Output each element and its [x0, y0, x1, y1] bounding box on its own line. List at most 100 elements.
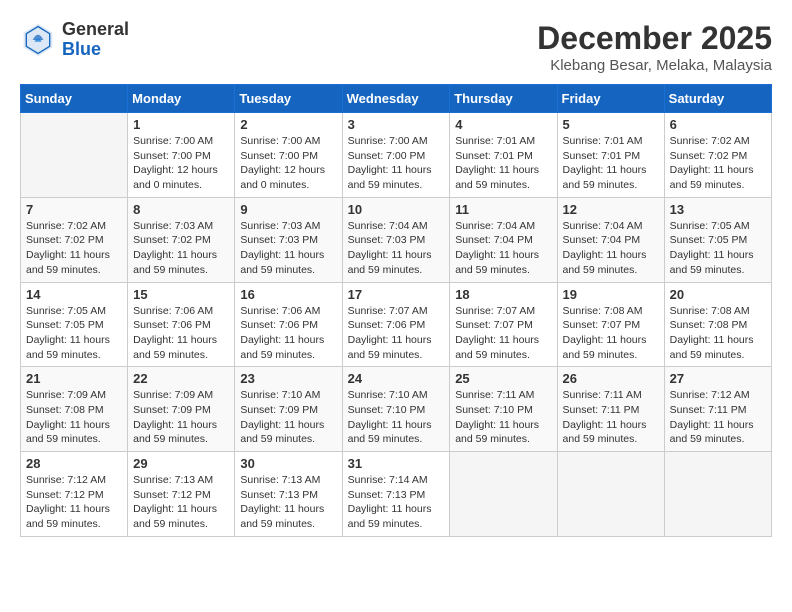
day-info: Sunrise: 7:00 AMSunset: 7:00 PMDaylight:… — [133, 134, 229, 193]
day-number: 26 — [563, 371, 659, 386]
calendar-cell: 28 Sunrise: 7:12 AMSunset: 7:12 PMDayligh… — [21, 452, 128, 537]
day-info: Sunrise: 7:09 AMSunset: 7:09 PMDaylight:… — [133, 388, 229, 447]
calendar-cell: 18 Sunrise: 7:07 AMSunset: 7:07 PMDayligh… — [450, 282, 557, 367]
day-number: 1 — [133, 117, 229, 132]
day-info: Sunrise: 7:00 AMSunset: 7:00 PMDaylight:… — [240, 134, 336, 193]
day-info: Sunrise: 7:08 AMSunset: 7:08 PMDaylight:… — [670, 304, 766, 363]
logo-general: General — [62, 19, 129, 39]
day-number: 15 — [133, 287, 229, 302]
calendar-cell: 8 Sunrise: 7:03 AMSunset: 7:02 PMDaylight… — [128, 197, 235, 282]
calendar-cell: 26Sunrise: 7:11 AMSunset: 7:11 PMDayligh… — [557, 367, 664, 452]
logo-blue: Blue — [62, 39, 101, 59]
day-info: Sunrise: 7:13 AMSunset: 7:12 PMDaylight:… — [133, 473, 229, 532]
calendar-cell: 2Sunrise: 7:00 AMSunset: 7:00 PMDaylight… — [235, 113, 342, 198]
day-number: 27 — [670, 371, 766, 386]
location: Klebang Besar, Melaka, Malaysia — [537, 57, 772, 74]
day-info: Sunrise: 7:12 AMSunset: 7:12 PMDaylight:… — [26, 473, 122, 532]
day-number: 19 — [563, 287, 659, 302]
column-header-friday: Friday — [557, 85, 664, 113]
day-number: 21 — [26, 371, 122, 386]
day-info: Sunrise: 7:09 AMSunset: 7:08 PMDaylight:… — [26, 388, 122, 447]
day-number: 30 — [240, 456, 336, 471]
calendar-table: SundayMondayTuesdayWednesdayThursdayFrid… — [20, 84, 772, 537]
day-info: Sunrise: 7:04 AMSunset: 7:03 PMDaylight:… — [348, 219, 445, 278]
generalblue-logo-icon — [20, 22, 56, 58]
calendar-cell: 30 Sunrise: 7:13 AMSunset: 7:13 PMDayligh… — [235, 452, 342, 537]
day-info: Sunrise: 7:05 AMSunset: 7:05 PMDaylight:… — [670, 219, 766, 278]
calendar-cell: 5Sunrise: 7:01 AMSunset: 7:01 PMDaylight… — [557, 113, 664, 198]
day-info: Sunrise: 7:07 AMSunset: 7:06 PMDaylight:… — [348, 304, 445, 363]
day-number: 14 — [26, 287, 122, 302]
day-number: 13 — [670, 202, 766, 217]
day-number: 25 — [455, 371, 551, 386]
day-info: Sunrise: 7:12 AMSunset: 7:11 PMDaylight:… — [670, 388, 766, 447]
day-info: Sunrise: 7:02 AMSunset: 7:02 PMDaylight:… — [670, 134, 766, 193]
day-number: 24 — [348, 371, 445, 386]
calendar-cell: 19 Sunrise: 7:08 AMSunset: 7:07 PMDayligh… — [557, 282, 664, 367]
day-number: 6 — [670, 117, 766, 132]
calendar-cell — [450, 452, 557, 537]
day-number: 5 — [563, 117, 659, 132]
calendar-cell: 7 Sunrise: 7:02 AMSunset: 7:02 PMDaylight… — [21, 197, 128, 282]
page-header: General Blue December 2025 Klebang Besar… — [20, 20, 772, 74]
day-info: Sunrise: 7:05 AMSunset: 7:05 PMDaylight:… — [26, 304, 122, 363]
day-number: 22 — [133, 371, 229, 386]
calendar-cell: 16Sunrise: 7:06 AMSunset: 7:06 PMDayligh… — [235, 282, 342, 367]
calendar-cell: 12Sunrise: 7:04 AMSunset: 7:04 PMDayligh… — [557, 197, 664, 282]
month-title: December 2025 — [537, 20, 772, 57]
day-info: Sunrise: 7:11 AMSunset: 7:10 PMDaylight:… — [455, 388, 551, 447]
day-info: Sunrise: 7:07 AMSunset: 7:07 PMDaylight:… — [455, 304, 551, 363]
calendar-cell: 13 Sunrise: 7:05 AMSunset: 7:05 PMDayligh… — [664, 197, 771, 282]
day-number: 18 — [455, 287, 551, 302]
day-number: 4 — [455, 117, 551, 132]
calendar-cell: 6 Sunrise: 7:02 AMSunset: 7:02 PMDaylight… — [664, 113, 771, 198]
day-number: 29 — [133, 456, 229, 471]
calendar-cell: 21 Sunrise: 7:09 AMSunset: 7:08 PMDayligh… — [21, 367, 128, 452]
calendar-cell — [21, 113, 128, 198]
calendar-cell — [664, 452, 771, 537]
day-info: Sunrise: 7:03 AMSunset: 7:03 PMDaylight:… — [240, 219, 336, 278]
day-info: Sunrise: 7:08 AMSunset: 7:07 PMDaylight:… — [563, 304, 659, 363]
day-info: Sunrise: 7:13 AMSunset: 7:13 PMDaylight:… — [240, 473, 336, 532]
calendar-cell: 25 Sunrise: 7:11 AMSunset: 7:10 PMDayligh… — [450, 367, 557, 452]
column-header-wednesday: Wednesday — [342, 85, 450, 113]
day-number: 20 — [670, 287, 766, 302]
day-number: 8 — [133, 202, 229, 217]
day-info: Sunrise: 7:03 AMSunset: 7:02 PMDaylight:… — [133, 219, 229, 278]
day-info: Sunrise: 7:04 AMSunset: 7:04 PMDaylight:… — [455, 219, 551, 278]
calendar-cell: 1 Sunrise: 7:00 AMSunset: 7:00 PMDaylight… — [128, 113, 235, 198]
column-header-tuesday: Tuesday — [235, 85, 342, 113]
calendar-cell: 23Sunrise: 7:10 AMSunset: 7:09 PMDayligh… — [235, 367, 342, 452]
calendar-week-row: 7 Sunrise: 7:02 AMSunset: 7:02 PMDaylight… — [21, 197, 772, 282]
day-info: Sunrise: 7:06 AMSunset: 7:06 PMDaylight:… — [240, 304, 336, 363]
day-info: Sunrise: 7:06 AMSunset: 7:06 PMDaylight:… — [133, 304, 229, 363]
column-header-saturday: Saturday — [664, 85, 771, 113]
logo-text: General Blue — [62, 20, 129, 60]
calendar-week-row: 28 Sunrise: 7:12 AMSunset: 7:12 PMDayligh… — [21, 452, 772, 537]
calendar-cell: 15 Sunrise: 7:06 AMSunset: 7:06 PMDayligh… — [128, 282, 235, 367]
day-number: 31 — [348, 456, 445, 471]
day-number: 7 — [26, 202, 122, 217]
calendar-cell: 11 Sunrise: 7:04 AMSunset: 7:04 PMDayligh… — [450, 197, 557, 282]
day-number: 28 — [26, 456, 122, 471]
day-info: Sunrise: 7:04 AMSunset: 7:04 PMDaylight:… — [563, 219, 659, 278]
day-number: 10 — [348, 202, 445, 217]
calendar-week-row: 14 Sunrise: 7:05 AMSunset: 7:05 PMDayligh… — [21, 282, 772, 367]
day-info: Sunrise: 7:02 AMSunset: 7:02 PMDaylight:… — [26, 219, 122, 278]
calendar-cell: 3 Sunrise: 7:00 AMSunset: 7:00 PMDaylight… — [342, 113, 450, 198]
calendar-cell: 22 Sunrise: 7:09 AMSunset: 7:09 PMDayligh… — [128, 367, 235, 452]
logo: General Blue — [20, 20, 129, 60]
day-number: 3 — [348, 117, 445, 132]
calendar-cell: 9 Sunrise: 7:03 AMSunset: 7:03 PMDaylight… — [235, 197, 342, 282]
day-number: 9 — [240, 202, 336, 217]
day-number: 17 — [348, 287, 445, 302]
calendar-cell: 24Sunrise: 7:10 AMSunset: 7:10 PMDayligh… — [342, 367, 450, 452]
day-info: Sunrise: 7:01 AMSunset: 7:01 PMDaylight:… — [455, 134, 551, 193]
day-info: Sunrise: 7:00 AMSunset: 7:00 PMDaylight:… — [348, 134, 445, 193]
calendar-header-row: SundayMondayTuesdayWednesdayThursdayFrid… — [21, 85, 772, 113]
calendar-cell: 14 Sunrise: 7:05 AMSunset: 7:05 PMDayligh… — [21, 282, 128, 367]
day-number: 11 — [455, 202, 551, 217]
calendar-cell: 31Sunrise: 7:14 AMSunset: 7:13 PMDayligh… — [342, 452, 450, 537]
day-info: Sunrise: 7:10 AMSunset: 7:09 PMDaylight:… — [240, 388, 336, 447]
title-area: December 2025 Klebang Besar, Melaka, Mal… — [537, 20, 772, 74]
